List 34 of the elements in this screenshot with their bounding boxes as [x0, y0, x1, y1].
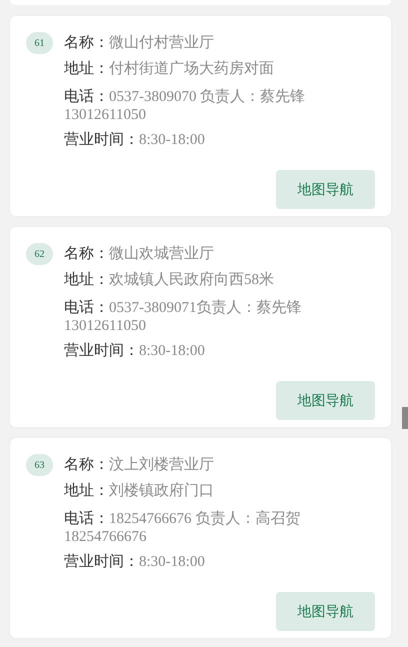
map-navigation-button[interactable]: 地图导航 [276, 170, 375, 209]
field-value: 13012611050 [64, 318, 146, 334]
field-value: 18254766676 负责人：高召贺 [109, 511, 300, 527]
field-value: 刘楼镇政府门口 [109, 483, 214, 499]
field-label: 名称： [64, 33, 109, 51]
field-label: 地址： [64, 59, 109, 77]
field-value: 汶上刘楼营业厅 [109, 457, 214, 473]
field-label: 地址： [64, 270, 109, 288]
field-label: 营业时间： [64, 552, 139, 570]
field-label: 营业时间： [64, 341, 139, 359]
field-label: 电话： [64, 298, 109, 316]
field-value: 8:30-18:00 [139, 554, 205, 570]
field-value: 0537-3809070 负责人：蔡先锋 [109, 89, 306, 105]
field-value: 付村街道广场大药房对面 [109, 61, 274, 77]
field-label: 地址： [64, 481, 109, 499]
field-label: 名称： [64, 455, 109, 473]
field-value: 微山欢城营业厅 [109, 246, 214, 262]
field-value: 8:30-18:00 [139, 132, 205, 148]
field-value: 微山付村营业厅 [109, 35, 214, 51]
field-label: 电话： [64, 87, 109, 105]
index-badge: 62 [26, 243, 53, 265]
field-value: 欢城镇人民政府向西58米 [109, 272, 274, 288]
index-badge: 61 [26, 32, 53, 54]
index-badge: 63 [26, 454, 53, 476]
map-navigation-button[interactable]: 地图导航 [276, 592, 375, 631]
scrollbar-thumb[interactable] [402, 407, 408, 429]
field-label: 电话： [64, 509, 109, 527]
field-value: 0537-3809071负责人：蔡先锋 [109, 300, 302, 316]
field-value: 13012611050 [64, 107, 146, 123]
field-value: 18254766676 [64, 529, 146, 545]
field-label: 营业时间： [64, 130, 139, 148]
field-label: 名称： [64, 244, 109, 262]
field-value: 8:30-18:00 [139, 343, 205, 359]
map-navigation-button[interactable]: 地图导航 [276, 381, 375, 420]
